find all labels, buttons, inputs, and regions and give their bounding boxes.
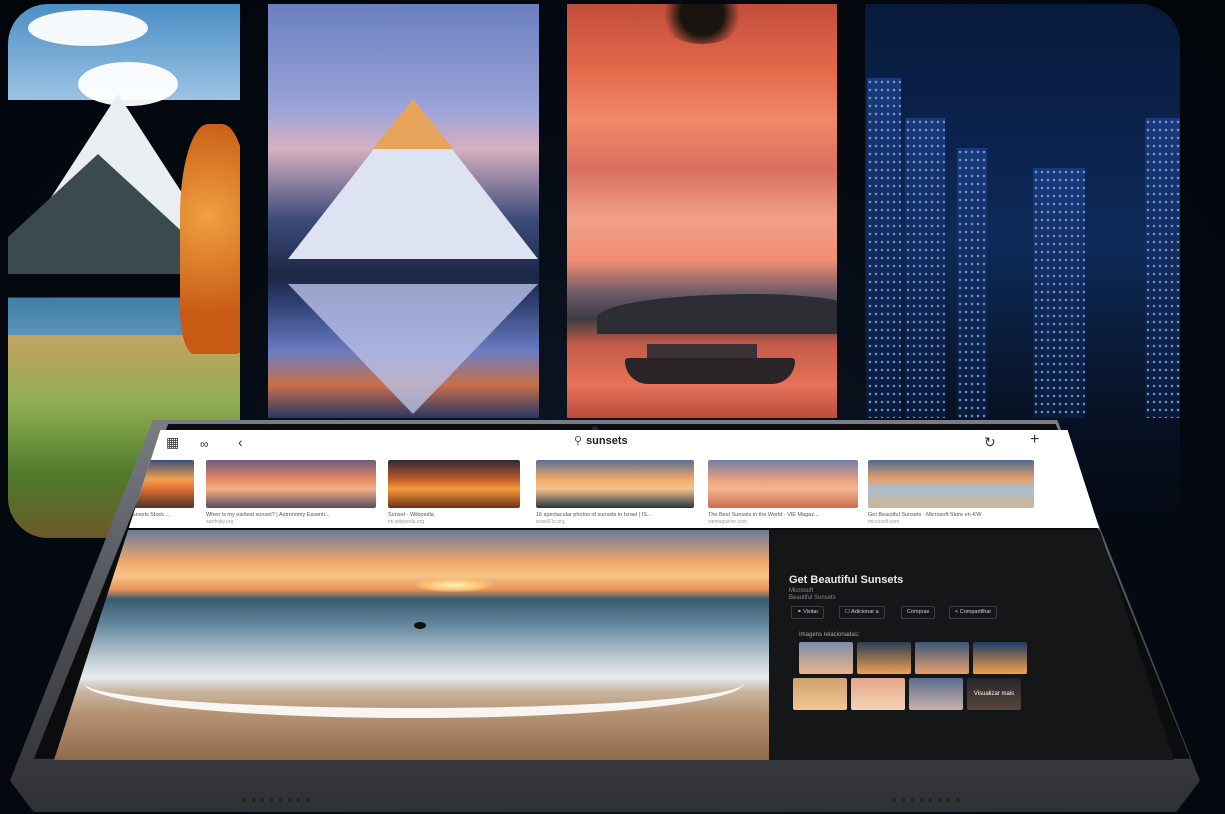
alpenglow-tip-shape <box>373 99 453 149</box>
reader-icon[interactable]: ∞ <box>200 436 209 452</box>
result-source: microsoft.com <box>868 519 900 525</box>
result-caption[interactable]: Get Beautiful Sunsets - Microsoft Store … <box>868 512 1034 518</box>
skyscraper-shape <box>1145 118 1180 418</box>
browser-toolbar: ▦ ∞ ‹ ⚲ sunsets ↻ + <box>54 430 1174 456</box>
skyscraper-shape <box>957 148 987 418</box>
add-to-button[interactable]: ☐ Adicionar a <box>839 606 885 619</box>
image-results-strip: most beautiful sunsets Stock ...When is … <box>54 456 1174 528</box>
share-button[interactable]: < Compartilhar <box>949 606 998 619</box>
skyscraper-shape <box>1033 168 1085 418</box>
result-thumbnail[interactable] <box>708 460 858 508</box>
result-caption[interactable]: The Best Sunsets in the World - VIE Maga… <box>708 512 858 518</box>
result-source: israel21c.org <box>536 519 565 525</box>
shopping-button[interactable]: Compras <box>901 606 936 619</box>
related-images-heading: Imagens relacionadas: <box>799 632 860 638</box>
cloud-shape <box>28 10 148 46</box>
detail-subtitle: Beautiful Sunsets <box>789 595 836 601</box>
result-caption[interactable]: 16 spectacular photos of sunsets in Isra… <box>536 512 694 518</box>
skyscraper-shape <box>867 78 901 418</box>
search-query: sunsets <box>586 435 628 447</box>
palm-leaves-shape <box>657 4 747 44</box>
result-thumbnail[interactable] <box>868 460 1034 508</box>
speaker-grille-left <box>240 798 310 802</box>
related-image-thumbnail[interactable] <box>851 678 905 710</box>
result-source: en.wikipedia.org <box>388 519 425 525</box>
related-image-thumbnail[interactable] <box>793 678 847 710</box>
share-label: Compartilhar <box>959 609 992 615</box>
autumn-tree-shape <box>180 124 240 354</box>
wave-foam-shape <box>84 648 744 718</box>
result-thumbnail[interactable] <box>388 460 520 508</box>
related-image-thumbnail[interactable] <box>799 642 853 674</box>
related-image-thumbnail[interactable] <box>973 642 1027 674</box>
result-thumbnail[interactable] <box>536 460 694 508</box>
visit-label: Visitar <box>803 609 819 615</box>
result-source: viemagazine.com <box>708 519 747 525</box>
boat-silhouette <box>625 358 795 384</box>
related-image-thumbnail[interactable] <box>915 642 969 674</box>
result-source: earthsky.org <box>206 519 234 525</box>
tablet-screen: ▦ ∞ ‹ ⚲sunsets ↻ + most beautiful sunset… <box>54 430 1174 760</box>
add-to-label: Adicionar a <box>851 609 879 615</box>
shopping-label: Compras <box>907 609 930 615</box>
collections-icon[interactable]: ▦ <box>166 434 179 450</box>
refresh-icon[interactable]: ↻ <box>984 434 996 450</box>
island-silhouette <box>597 294 837 334</box>
result-caption[interactable]: Sunset - Wikipedia <box>388 512 520 518</box>
related-image-thumbnail[interactable] <box>857 642 911 674</box>
see-more-label: Visualizar mais <box>967 678 1021 710</box>
result-thumbnail[interactable] <box>206 460 376 508</box>
close-icon[interactable]: ✕ <box>1112 538 1122 552</box>
result-caption[interactable]: When is my earliest sunset? | Astronomy … <box>206 512 376 518</box>
wallpaper-alpenglow-reflection <box>268 4 539 418</box>
detail-publisher: Microsoft <box>789 588 814 594</box>
search-field[interactable]: ⚲ sunsets <box>574 434 628 450</box>
skyscraper-shape <box>905 118 945 418</box>
new-tab-icon[interactable]: + <box>1030 432 1039 448</box>
rock-shape <box>414 622 426 629</box>
see-more-tile[interactable]: Visualizar mais <box>967 678 1021 710</box>
image-viewer[interactable] <box>54 530 769 760</box>
lake-reflection-shape <box>288 284 538 414</box>
speaker-grille-right <box>890 798 960 802</box>
back-icon[interactable]: ‹ <box>238 434 243 450</box>
related-image-thumbnail[interactable] <box>909 678 963 710</box>
search-icon: ⚲ <box>574 435 583 447</box>
sun-glow-shape <box>414 578 494 592</box>
detail-title[interactable]: Get Beautiful Sunsets <box>789 574 903 586</box>
wallpaper-sunset-boat <box>567 4 837 418</box>
visit-button[interactable]: ⚭ Visitar <box>791 606 825 619</box>
